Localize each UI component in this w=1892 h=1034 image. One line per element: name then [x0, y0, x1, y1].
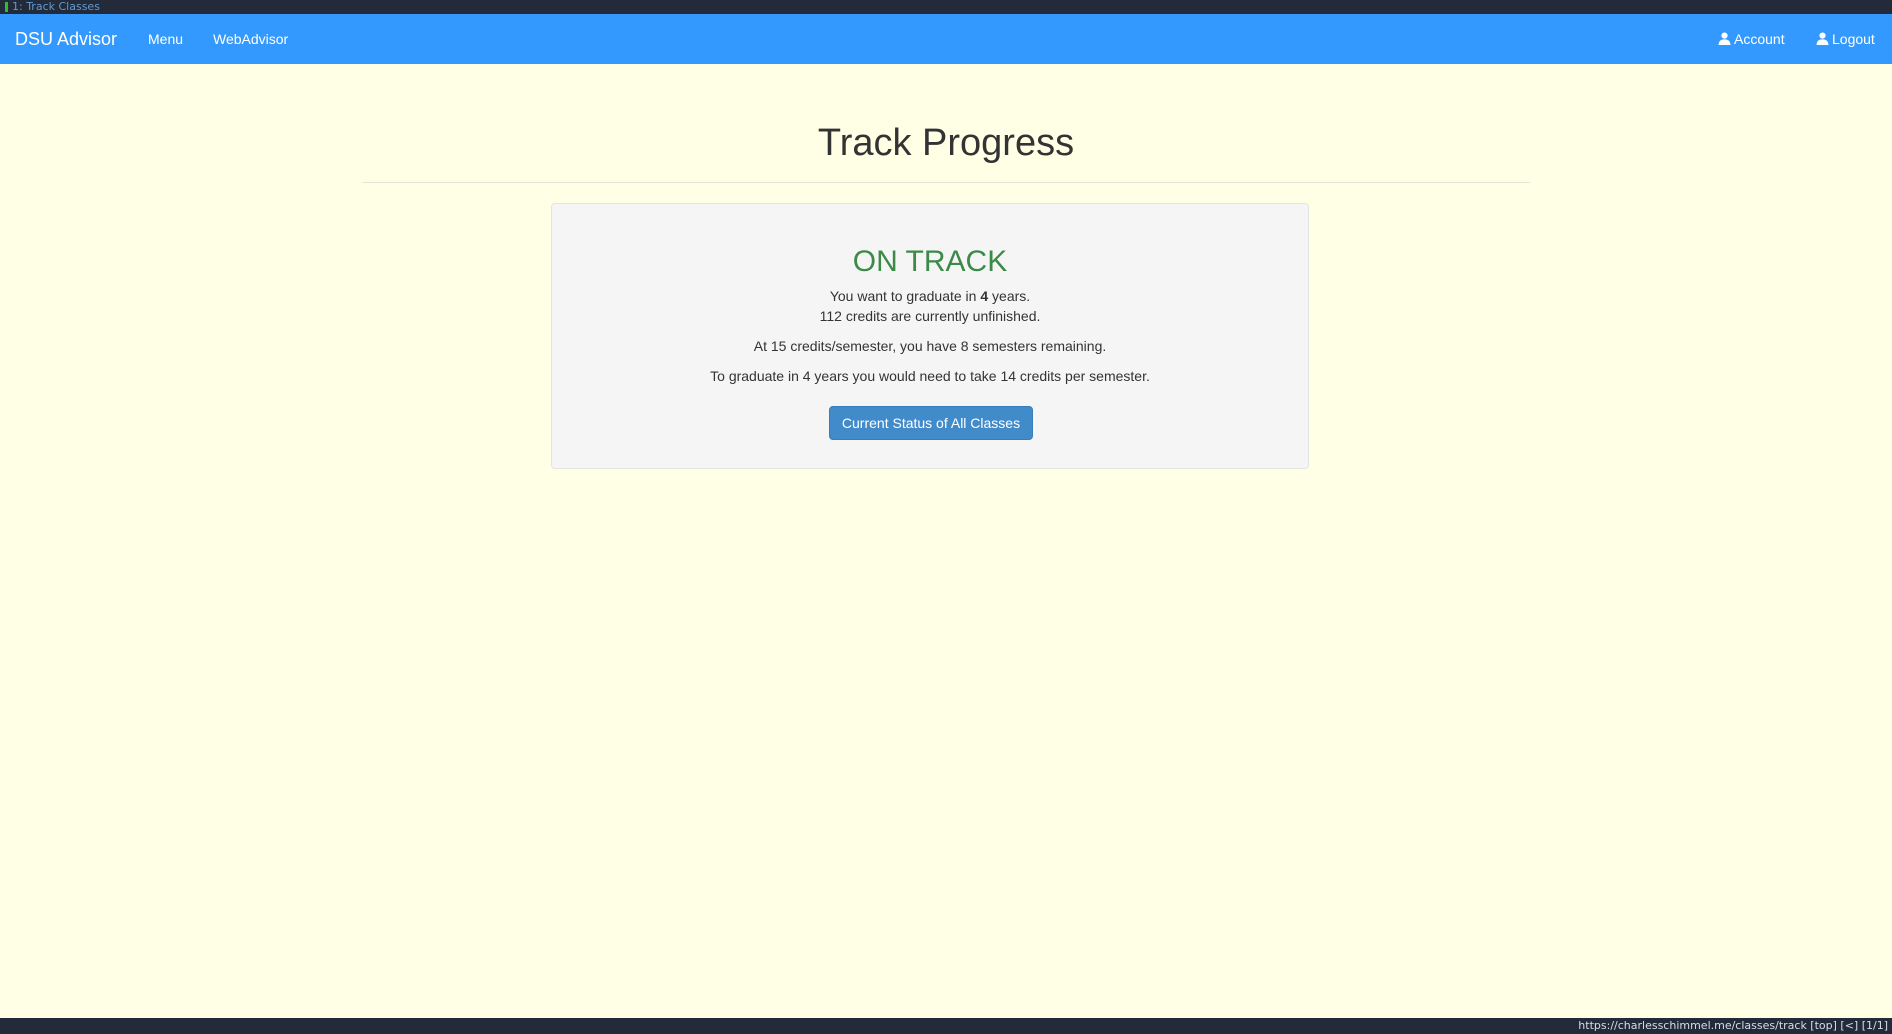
- browser-status-bar: https://charlesschimmel.me/classes/track…: [0, 1018, 1892, 1034]
- current-status-button[interactable]: Current Status of All Classes: [829, 406, 1033, 440]
- nav-menu-link[interactable]: Menu: [148, 14, 183, 64]
- user-icon: [1718, 32, 1731, 45]
- credits-unfinished-text: 112 credits are currently unfinished.: [819, 308, 1041, 324]
- semesters-remaining-text: At 15 credits/semester, you have 8 semes…: [753, 338, 1107, 354]
- title-divider: [362, 182, 1530, 183]
- top-navbar: DSU Advisor Menu WebAdvisor Account Logo…: [0, 14, 1892, 64]
- graduate-suffix: years.: [988, 288, 1031, 304]
- browser-tab-label[interactable]: 1: Track Classes: [12, 0, 100, 14]
- status-url-text: https://charlesschimmel.me/classes/track…: [1578, 1019, 1888, 1032]
- browser-tab-bar: 1: Track Classes: [0, 0, 1892, 14]
- tab-active-indicator: [5, 2, 8, 12]
- account-label: Account: [1734, 31, 1785, 47]
- graduate-years-value: 4: [980, 288, 989, 304]
- graduate-prefix: You want to graduate in: [829, 288, 981, 304]
- credits-needed-text: To graduate in 4 years you would need to…: [710, 368, 1150, 384]
- brand-link[interactable]: DSU Advisor: [15, 14, 117, 64]
- track-status-heading: ON TRACK: [852, 245, 1008, 278]
- logout-label: Logout: [1832, 31, 1875, 47]
- nav-account-link[interactable]: Account: [1718, 14, 1785, 64]
- graduate-years-text: You want to graduate in 4 years.: [552, 286, 1308, 306]
- user-icon: [1816, 32, 1829, 45]
- nav-logout-link[interactable]: Logout: [1816, 14, 1875, 64]
- nav-webadvisor-link[interactable]: WebAdvisor: [213, 14, 288, 64]
- progress-panel: ON TRACK You want to graduate in 4 years…: [551, 203, 1309, 469]
- page-title: Track Progress: [817, 122, 1075, 164]
